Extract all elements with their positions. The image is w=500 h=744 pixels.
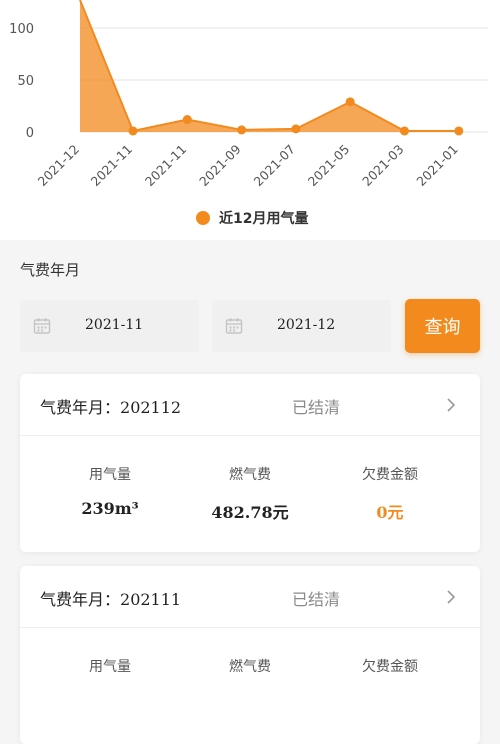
bill-card-header[interactable]: 气费年月：202111 已结清	[20, 566, 480, 628]
data-point	[237, 125, 247, 135]
data-point	[291, 124, 301, 134]
bill-status: 已结清	[292, 590, 341, 609]
chevron-right-icon[interactable]	[444, 396, 458, 414]
usage-value: 239m³	[81, 499, 139, 518]
bill-card: 气费年月：202111 已结清 用气量 燃气费 欠费金额	[20, 566, 480, 744]
legend-label: 近12月用气量	[219, 211, 309, 227]
data-point	[128, 126, 138, 136]
bill-period-title: 气费年月：202111	[40, 586, 181, 610]
start-date-value: 2021-11	[85, 317, 144, 333]
bill-card-header[interactable]: 气费年月：202112 已结清	[20, 374, 480, 436]
x-tick-label: 2021-11	[88, 142, 136, 190]
x-tick-label: 2021-09	[196, 141, 244, 189]
series-line	[79, 0, 459, 133]
bill-period-label: 气费年月：	[40, 398, 121, 417]
owed-label: 欠费金额	[362, 467, 418, 483]
x-tick-label: 2021-05	[305, 142, 353, 190]
x-tick-label: 2021-11	[142, 142, 190, 190]
data-point	[345, 97, 355, 107]
fee-label: 燃气费	[229, 659, 271, 675]
bill-period-title: 气费年月：202112	[40, 394, 181, 418]
y-tick-label: 50	[17, 74, 34, 89]
query-button[interactable]: 查询	[405, 299, 480, 353]
x-tick-label: 2021-03	[359, 142, 407, 190]
x-tick-label: 2021-07	[250, 142, 298, 190]
calendar-icon	[225, 318, 243, 334]
y-tick-label: 0	[26, 126, 34, 141]
data-point	[454, 126, 464, 136]
legend-dot	[196, 211, 210, 225]
end-date-picker[interactable]: 2021-12	[212, 300, 391, 352]
usage-chart: 0501002021-12 2021-11 2021-11 2021-09 2021-0…	[9, 0, 488, 190]
owed-label: 欠费金额	[362, 659, 418, 675]
bill-period-label: 气费年月：	[40, 590, 121, 609]
series-area	[80, 0, 459, 132]
calendar-icon	[33, 318, 51, 334]
bill-period-value: 202111	[120, 590, 182, 609]
bill-period-value: 202112	[120, 398, 182, 417]
chart-legend[interactable]: 近12月用气量	[196, 208, 308, 228]
bill-card: 气费年月：202112 已结清 用气量 239m³ 燃气费 482.78元 欠费…	[20, 374, 480, 552]
usage-chart-panel: 0 50 100 2021-12 2021-11 2021-11 2021-09 2021-0…	[0, 0, 500, 240]
bill-status: 已结清	[292, 398, 341, 417]
section-title: 气费年月	[20, 261, 81, 279]
chevron-right-icon[interactable]	[444, 588, 458, 606]
data-point	[400, 126, 409, 136]
bill-card-body: 用气量 燃气费 欠费金额	[20, 628, 480, 744]
usage-label: 用气量	[89, 467, 131, 483]
fee-value: 482.78元	[211, 503, 289, 522]
data-point	[182, 115, 192, 125]
start-date-picker[interactable]: 2021-11	[20, 300, 199, 352]
end-date-value: 2021-12	[277, 317, 336, 333]
fee-label: 燃气费	[229, 467, 271, 483]
x-tick-label: 2021-01	[413, 142, 461, 190]
y-tick-label: 100	[9, 22, 34, 37]
bill-card-body: 用气量 239m³ 燃气费 482.78元 欠费金额 0元	[20, 436, 480, 552]
x-tick-label: 2021-12	[35, 142, 83, 190]
owed-value: 0元	[376, 503, 404, 522]
usage-label: 用气量	[89, 659, 131, 675]
